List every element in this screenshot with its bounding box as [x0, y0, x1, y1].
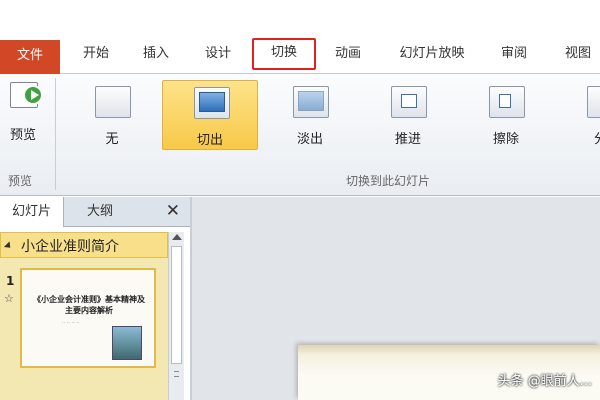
transition-none[interactable]: 无 — [64, 80, 160, 150]
slide-thumbnail-title: 《小企业会计准则》基本精神及主要内容解析 — [33, 295, 145, 315]
transition-cut[interactable]: 切出 — [162, 80, 258, 150]
tab-outline[interactable]: 大纲 — [72, 197, 128, 227]
tab-design[interactable]: 设计 — [196, 40, 240, 68]
grip-icon — [174, 371, 179, 377]
ribbon: 预览 预览 无 切出 淡出 推进 擦除 分 切换到此幻灯片 — [0, 74, 600, 196]
close-icon[interactable]: ✕ — [166, 201, 180, 221]
section-header[interactable]: 小企业准则简介 — [0, 232, 168, 258]
slide-thumbnail-subtitle: ·· ·· ·· ·· — [62, 320, 80, 326]
slide-number: 1 — [6, 274, 15, 288]
scroll-thumb[interactable] — [171, 246, 182, 377]
vertical-scrollbar[interactable] — [168, 232, 184, 400]
tab-insert[interactable]: 插入 — [134, 40, 178, 68]
transition-fade[interactable]: 淡出 — [262, 80, 358, 150]
tab-slideshow[interactable]: 幻灯片放映 — [386, 40, 478, 68]
transition-wipe[interactable]: 擦除 — [458, 80, 554, 150]
tab-slides[interactable]: 幻灯片 — [0, 197, 64, 227]
transition-push-icon — [391, 86, 427, 118]
pane-tabs: 幻灯片 大纲 ✕ — [0, 197, 190, 227]
transition-split-icon — [587, 86, 600, 118]
star-icon: ☆ — [4, 292, 14, 305]
transition-cut-icon — [194, 87, 230, 119]
ribbon-tab-bar: 文件 开始 插入 设计 切换 动画 幻灯片放映 审阅 视图 — [0, 32, 600, 74]
transition-label: 淡出 — [296, 132, 323, 147]
transition-none-icon — [95, 86, 131, 118]
section-title: 小企业准则简介 — [21, 239, 119, 255]
slide-list: 1 ☆ 《小企业会计准则》基本精神及主要内容解析 ·· ·· ·· ·· — [0, 258, 168, 400]
tab-file[interactable]: 文件 — [0, 40, 60, 74]
transitions-group-label: 切换到此幻灯片 — [346, 174, 431, 188]
preview-group-label: 预览 — [8, 174, 33, 188]
transition-label: 分 — [594, 128, 600, 147]
tab-transitions[interactable]: 切换 — [252, 38, 316, 70]
tab-home[interactable]: 开始 — [74, 40, 118, 68]
transition-push[interactable]: 推进 — [360, 80, 456, 150]
transition-split[interactable]: 分 — [556, 80, 600, 150]
preview-icon — [10, 82, 43, 108]
scroll-up-icon[interactable] — [172, 234, 182, 240]
tab-review[interactable]: 审阅 — [492, 40, 536, 68]
preview-button[interactable]: 预览 — [2, 78, 52, 143]
transition-label: 无 — [105, 132, 119, 147]
transition-label: 擦除 — [492, 132, 519, 147]
transition-label: 推进 — [394, 132, 421, 147]
transition-label: 切出 — [196, 133, 223, 148]
collapse-triangle-icon[interactable] — [3, 241, 14, 251]
watermark: 头条 @眼前人... — [497, 374, 592, 389]
transition-fade-icon — [293, 86, 329, 118]
transition-wipe-icon — [489, 86, 525, 118]
play-icon — [23, 85, 43, 105]
tab-animations[interactable]: 动画 — [326, 40, 370, 68]
group-separator — [55, 78, 56, 190]
preview-label: 预览 — [10, 128, 37, 143]
slide-thumbnail-picture — [112, 326, 142, 360]
slide-thumbnail[interactable]: 《小企业会计准则》基本精神及主要内容解析 ·· ·· ·· ·· — [20, 268, 156, 368]
tab-view[interactable]: 视图 — [556, 40, 600, 68]
